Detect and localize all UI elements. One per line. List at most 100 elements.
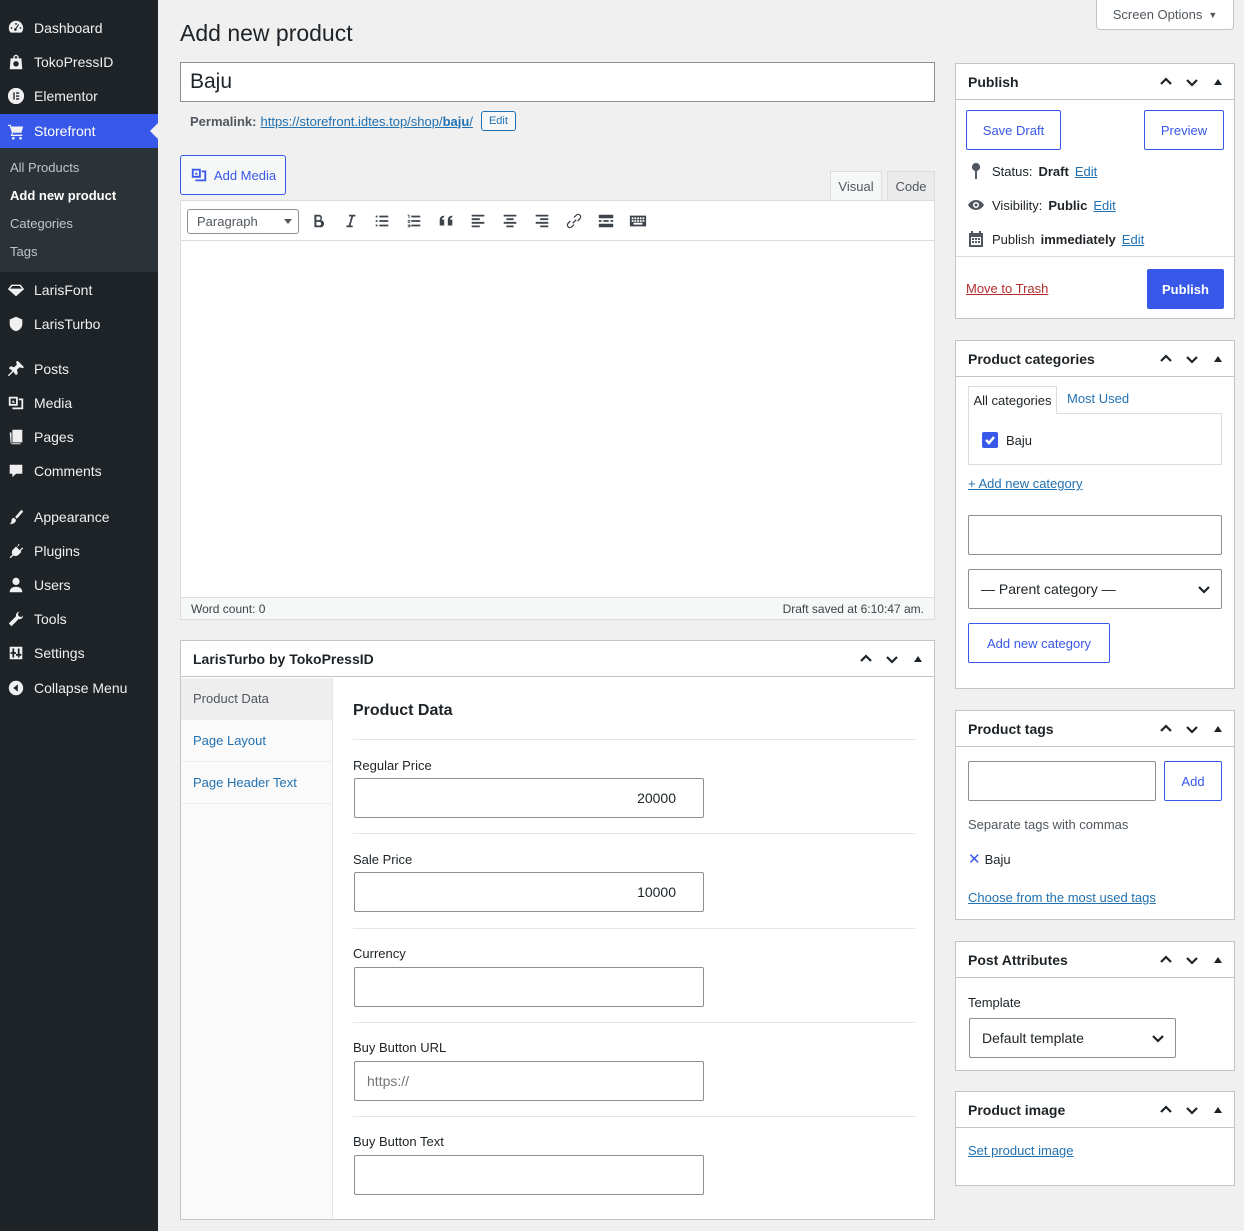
add-media-button[interactable]: Add Media [180, 155, 286, 195]
set-product-image-link[interactable]: Set product image [968, 1143, 1074, 1158]
category-checklist: Baju [968, 413, 1222, 465]
checkbox-checked-icon[interactable] [982, 432, 998, 448]
toggle-panel-icon[interactable] [1208, 950, 1228, 970]
toggle-panel-icon[interactable] [1208, 72, 1228, 92]
menu-tokopressid[interactable]: TokoPressID [0, 45, 158, 79]
menu-larisfont[interactable]: LarisFont [0, 273, 158, 307]
menu-pages[interactable]: Pages [0, 420, 158, 454]
edit-publish-time-link[interactable]: Edit [1122, 232, 1144, 247]
menu-label: Media [34, 395, 73, 411]
tab-most-used[interactable]: Most Used [1067, 391, 1129, 406]
product-title-input[interactable] [180, 62, 935, 102]
regular-price-input[interactable]: 20000 [354, 778, 704, 818]
menu-dashboard[interactable]: Dashboard [0, 11, 158, 45]
italic-button[interactable] [338, 209, 362, 233]
move-up-icon[interactable] [1156, 349, 1176, 369]
submenu-all-products[interactable]: All Products [10, 160, 79, 175]
category-item[interactable]: Baju [982, 432, 1032, 448]
tab-visual[interactable]: Visual [830, 171, 882, 200]
insert-link-button[interactable] [562, 209, 586, 233]
menu-laristurbo[interactable]: LarisTurbo [0, 307, 158, 341]
add-new-category-button[interactable]: Add new category [968, 623, 1110, 663]
tab-code[interactable]: Code [887, 171, 935, 200]
parent-category-select[interactable]: — Parent category — [968, 569, 1222, 609]
buy-button-text-input[interactable] [354, 1155, 704, 1195]
tab-page-layout[interactable]: Page Layout [181, 720, 332, 762]
move-to-trash-link[interactable]: Move to Trash [966, 281, 1048, 296]
menu-comments[interactable]: Comments [0, 454, 158, 488]
menu-users[interactable]: Users [0, 568, 158, 602]
menu-label: TokoPressID [34, 54, 114, 70]
tab-page-header-text[interactable]: Page Header Text [181, 762, 332, 804]
categories-header: Product categories [956, 341, 1234, 377]
menu-posts[interactable]: Posts [0, 352, 158, 386]
menu-collapse[interactable]: Collapse Menu [0, 671, 158, 705]
align-right-button[interactable] [530, 209, 554, 233]
caret-down-icon: ▼ [1208, 9, 1218, 20]
move-down-icon[interactable] [1182, 72, 1202, 92]
blockquote-button[interactable] [434, 209, 458, 233]
publish-metabox: Publish Save Draft Preview Status: Draft … [955, 63, 1235, 319]
word-count: Word count: 0 [191, 601, 266, 616]
edit-status-link[interactable]: Edit [1075, 164, 1097, 179]
numbered-list-button[interactable] [402, 209, 426, 233]
move-up-icon[interactable] [1156, 719, 1176, 739]
currency-input[interactable] [354, 967, 704, 1007]
add-new-category-link[interactable]: + Add new category [968, 476, 1083, 491]
numbered-list-icon [407, 214, 421, 228]
move-down-icon[interactable] [1182, 1100, 1202, 1120]
submenu-categories[interactable]: Categories [10, 216, 73, 231]
editor-content-area[interactable] [181, 242, 934, 597]
new-tag-input[interactable] [968, 761, 1156, 801]
menu-appearance[interactable]: Appearance [0, 500, 158, 534]
screen-options-button[interactable]: Screen Options ▼ [1096, 0, 1234, 30]
move-up-icon[interactable] [856, 649, 876, 669]
align-left-button[interactable] [466, 209, 490, 233]
menu-media[interactable]: Media [0, 386, 158, 420]
publish-button[interactable]: Publish [1147, 269, 1224, 309]
bold-button[interactable] [306, 209, 330, 233]
save-draft-button[interactable]: Save Draft [966, 110, 1061, 150]
read-more-button[interactable] [594, 209, 618, 233]
toggle-panel-icon[interactable] [908, 649, 928, 669]
toggle-panel-icon[interactable] [1208, 1100, 1228, 1120]
eye-icon [968, 200, 984, 210]
tab-product-data[interactable]: Product Data [181, 678, 332, 720]
submenu-tags[interactable]: Tags [10, 244, 37, 259]
tab-all-categories[interactable]: All categories [968, 386, 1057, 414]
menu-tools[interactable]: Tools [0, 602, 158, 636]
move-up-icon[interactable] [1156, 72, 1176, 92]
toggle-panel-icon[interactable] [1208, 719, 1228, 739]
preview-button[interactable]: Preview [1144, 110, 1224, 150]
menu-elementor[interactable]: Elementor [0, 79, 158, 113]
move-down-icon[interactable] [1182, 950, 1202, 970]
format-select[interactable]: Paragraph [187, 209, 299, 234]
menu-settings[interactable]: Settings [0, 636, 158, 670]
move-down-icon[interactable] [1182, 719, 1202, 739]
permalink-link[interactable]: https://storefront.idtes.top/shop/baju/ [260, 114, 472, 129]
remove-tag-icon[interactable]: ✕ [968, 850, 981, 868]
menu-storefront[interactable]: Storefront [0, 114, 158, 148]
buy-button-url-label: Buy Button URL [353, 1040, 447, 1055]
turbo-icon [6, 314, 26, 334]
toggle-panel-icon[interactable] [1208, 349, 1228, 369]
brush-icon [6, 507, 26, 527]
add-tag-button[interactable]: Add [1164, 761, 1222, 801]
buy-button-url-input[interactable]: https:// [354, 1061, 704, 1101]
new-category-input[interactable] [968, 515, 1222, 555]
move-down-icon[interactable] [1182, 349, 1202, 369]
align-center-button[interactable] [498, 209, 522, 233]
media-icon [191, 168, 207, 182]
menu-plugins[interactable]: Plugins [0, 534, 158, 568]
sale-price-input[interactable]: 10000 [354, 872, 704, 912]
bullet-list-button[interactable] [370, 209, 394, 233]
move-down-icon[interactable] [882, 649, 902, 669]
move-up-icon[interactable] [1156, 950, 1176, 970]
choose-tags-link[interactable]: Choose from the most used tags [968, 890, 1156, 905]
template-select[interactable]: Default template [969, 1018, 1176, 1058]
submenu-add-new-product[interactable]: Add new product [10, 188, 116, 203]
move-up-icon[interactable] [1156, 1100, 1176, 1120]
permalink-edit-button[interactable]: Edit [480, 111, 516, 131]
toolbar-toggle-button[interactable] [626, 209, 650, 233]
edit-visibility-link[interactable]: Edit [1093, 198, 1115, 213]
